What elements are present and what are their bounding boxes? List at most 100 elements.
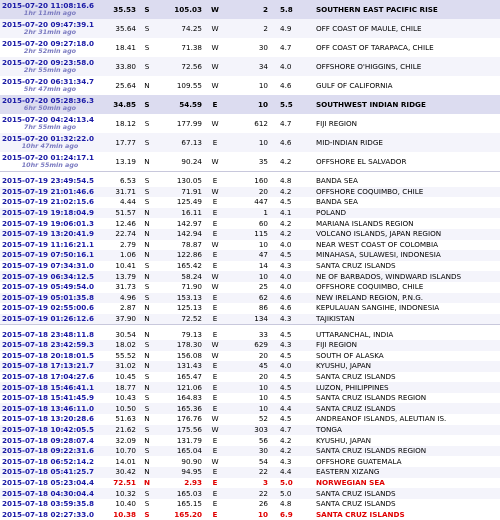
datetime-link[interactable]: 2015-07-18 09:22:31.6: [0, 445, 100, 457]
datetime-text[interactable]: 2015-07-18 23:42:59.3: [2, 340, 94, 349]
datetime-text[interactable]: 2015-07-18 04:30:04.4: [2, 489, 94, 498]
table-row[interactable]: 2015-07-20 09:27:18.0 2hr 52min ago 18.41 S…: [0, 38, 500, 57]
datetime-text[interactable]: 2015-07-18 09:22:31.6: [2, 446, 94, 455]
datetime-text[interactable]: 2015-07-18 20:18:01.5: [2, 351, 94, 360]
table-row[interactable]: 2015-07-19 05:49:54.0 31.73 S 71.90 W 25 4.0 OF…: [0, 282, 500, 293]
table-row[interactable]: 2015-07-18 02:27:33.0 10.38 S 165.20 E 10 6.9 S…: [0, 509, 500, 520]
datetime-link[interactable]: 2015-07-20 06:31:34.7 5hr 47min ago: [0, 76, 100, 95]
datetime-text[interactable]: 2015-07-18 02:27:33.0: [2, 510, 94, 519]
datetime-text[interactable]: 2015-07-19 05:01:35.8: [2, 293, 94, 302]
datetime-link[interactable]: 2015-07-19 05:01:35.8: [0, 292, 100, 304]
table-row[interactable]: 2015-07-18 10:42:05.5 21.62 S 175.56 W 303 4.7…: [0, 424, 500, 436]
datetime-link[interactable]: 2015-07-19 19:06:01.3: [0, 218, 100, 229]
datetime-link[interactable]: 2015-07-19 01:26:12.6: [0, 313, 100, 325]
table-row[interactable]: 2015-07-18 03:59:35.8 10.40 S 165.15 E 26 4.8 S…: [0, 499, 500, 510]
datetime-link[interactable]: 2015-07-18 10:42:05.5: [0, 424, 100, 436]
datetime-text[interactable]: 2015-07-18 03:59:35.8: [2, 499, 94, 508]
table-row[interactable]: 2015-07-19 19:06:01.3 12.46 N 142.97 E 60 4.2 M…: [0, 218, 500, 229]
table-row[interactable]: 2015-07-18 06:52:14.2 14.01 N 90.90 W 54 4.3 OF…: [0, 456, 500, 467]
datetime-link[interactable]: 2015-07-18 15:46:41.1: [0, 382, 100, 393]
datetime-text[interactable]: 2015-07-19 07:34:31.0: [2, 261, 94, 270]
datetime-text[interactable]: 2015-07-18 05:41:25.7: [2, 467, 94, 476]
table-row[interactable]: 2015-07-19 23:49:54.5 6.53 S 130.05 E 160 4.8 B…: [0, 176, 500, 187]
table-row[interactable]: 2015-07-20 05:28:36.3 6hr 50min ago 34.85 S…: [0, 95, 500, 114]
datetime-text[interactable]: 2015-07-19 19:18:04.9: [2, 208, 94, 217]
datetime-text[interactable]: 2015-07-18 17:04:27.6: [2, 372, 94, 381]
table-row[interactable]: 2015-07-18 09:28:07.4 32.09 N 131.79 E 56 4.2 K…: [0, 435, 500, 446]
datetime-link[interactable]: 2015-07-18 05:41:25.7: [0, 467, 100, 478]
table-row[interactable]: 2015-07-18 05:23:04.4 72.51 N 2.93 E 3 5.0 NORW…: [0, 478, 500, 489]
table-row[interactable]: 2015-07-19 13:20:41.9 22.74 N 142.94 E 115 4.2…: [0, 228, 500, 240]
datetime-link[interactable]: 2015-07-19 13:20:41.9: [0, 228, 100, 240]
datetime-text[interactable]: 2015-07-18 13:20:28.6: [2, 414, 94, 423]
table-row[interactable]: 2015-07-19 06:34:12.5 13.79 N 58.24 W 10 4.0 NE…: [0, 271, 500, 282]
table-row[interactable]: 2015-07-19 02:55:00.6 2.87 N 125.13 E 86 4.6 KE…: [0, 303, 500, 314]
datetime-link[interactable]: 2015-07-18 02:27:33.0: [0, 509, 100, 520]
datetime-text[interactable]: 2015-07-19 13:20:41.9: [2, 229, 94, 238]
datetime-link[interactable]: 2015-07-20 11:08:16.6 1hr 11min ago: [0, 0, 100, 19]
datetime-text[interactable]: 2015-07-18 09:28:07.4: [2, 436, 94, 445]
datetime-text[interactable]: 2015-07-19 01:26:12.6: [2, 314, 94, 323]
table-row[interactable]: 2015-07-18 05:41:25.7 30.42 N 94.95 E 22 4.4 EA…: [0, 467, 500, 478]
datetime-link[interactable]: 2015-07-18 13:46:11.0: [0, 403, 100, 415]
table-row[interactable]: 2015-07-20 09:47:39.1 2hr 31min ago 35.64 S…: [0, 19, 500, 38]
datetime-link[interactable]: 2015-07-18 17:13:21.7: [0, 361, 100, 372]
table-row[interactable]: 2015-07-18 09:22:31.6 10.70 S 165.04 E 30 4.2 S…: [0, 445, 500, 457]
datetime-link[interactable]: 2015-07-18 13:20:28.6: [0, 414, 100, 425]
table-row[interactable]: 2015-07-20 01:32:22.0 10hr 47min ago 17.77…: [0, 133, 500, 152]
table-row[interactable]: 2015-07-18 23:48:11.8 30.54 N 79.13 E 33 4.5 UT…: [0, 329, 500, 340]
table-row[interactable]: 2015-07-19 21:01:46.6 31.71 S 71.91 W 20 4.2 OF…: [0, 186, 500, 198]
datetime-text[interactable]: 2015-07-18 15:46:41.1: [2, 383, 94, 392]
datetime-text[interactable]: 2015-07-18 23:48:11.8: [2, 330, 94, 339]
table-row[interactable]: 2015-07-19 11:16:21.1 2.79 N 78.87 W 10 4.0 NEA…: [0, 240, 500, 251]
datetime-text[interactable]: 2015-07-19 11:16:21.1: [2, 240, 94, 249]
datetime-link[interactable]: 2015-07-20 01:32:22.0 10hr 47min ago: [0, 133, 100, 152]
datetime-text[interactable]: 2015-07-18 10:42:05.5: [2, 425, 94, 434]
table-row[interactable]: 2015-07-18 15:46:41.1 18.77 N 121.06 E 10 4.5 L…: [0, 382, 500, 393]
datetime-link[interactable]: 2015-07-18 23:48:11.8: [0, 329, 100, 340]
datetime-link[interactable]: 2015-07-18 23:42:59.3: [0, 339, 100, 351]
table-row[interactable]: 2015-07-19 21:02:15.6 4.44 S 125.49 E 447 4.5 B…: [0, 197, 500, 208]
datetime-link[interactable]: 2015-07-18 05:23:04.4: [0, 478, 100, 489]
datetime-text[interactable]: 2015-07-18 06:52:14.2: [2, 457, 94, 466]
table-row[interactable]: 2015-07-18 17:04:27.6 10.45 S 165.47 E 20 4.5 S…: [0, 372, 500, 383]
datetime-link[interactable]: 2015-07-18 17:04:27.6: [0, 372, 100, 383]
table-row[interactable]: 2015-07-20 01:24:17.1 10hr 55min ago 13.19…: [0, 152, 500, 172]
datetime-link[interactable]: 2015-07-20 09:23:58.0 2hr 55min ago: [0, 57, 100, 76]
datetime-text[interactable]: 2015-07-19 02:55:00.6: [2, 303, 94, 312]
table-row[interactable]: 2015-07-20 06:31:34.7 5hr 47min ago 25.64 N…: [0, 76, 500, 95]
table-row[interactable]: 2015-07-19 05:01:35.8 4.96 S 153.13 E 62 4.6 NE…: [0, 292, 500, 304]
datetime-text[interactable]: 2015-07-19 23:49:54.5: [2, 176, 94, 185]
datetime-text[interactable]: 2015-07-19 21:01:46.6: [2, 187, 94, 196]
datetime-link[interactable]: 2015-07-18 04:30:04.4: [0, 488, 100, 499]
datetime-link[interactable]: 2015-07-20 01:24:17.1 10hr 55min ago: [0, 152, 100, 172]
table-row[interactable]: 2015-07-20 11:08:16.6 1hr 11min ago 35.53 S…: [0, 0, 500, 19]
datetime-text[interactable]: 2015-07-19 05:49:54.0: [2, 282, 94, 291]
datetime-link[interactable]: 2015-07-19 02:55:00.6: [0, 303, 100, 314]
table-row[interactable]: 2015-07-18 20:18:01.5 55.52 N 156.08 W 20 4.5 S…: [0, 351, 500, 362]
datetime-link[interactable]: 2015-07-19 05:49:54.0: [0, 282, 100, 293]
table-row[interactable]: 2015-07-19 19:18:04.9 51.57 N 16.11 E 1 4.1 POL…: [0, 207, 500, 219]
datetime-link[interactable]: 2015-07-19 07:34:31.0: [0, 261, 100, 272]
datetime-link[interactable]: 2015-07-20 04:24:13.4 7hr 55min ago: [0, 114, 100, 133]
datetime-link[interactable]: 2015-07-19 19:18:04.9: [0, 207, 100, 219]
datetime-text[interactable]: 2015-07-18 17:13:21.7: [2, 361, 94, 370]
table-row[interactable]: 2015-07-18 04:30:04.4 10.32 S 165.03 E 22 5.0 S…: [0, 488, 500, 499]
datetime-link[interactable]: 2015-07-19 07:50:16.1: [0, 250, 100, 261]
datetime-text[interactable]: 2015-07-19 06:34:12.5: [2, 272, 94, 281]
datetime-link[interactable]: 2015-07-19 23:49:54.5: [0, 176, 100, 187]
table-row[interactable]: 2015-07-18 23:42:59.3 18.02 S 178.30 W 629 4.3…: [0, 339, 500, 351]
datetime-text[interactable]: 2015-07-19 21:02:15.6: [2, 197, 94, 206]
datetime-link[interactable]: 2015-07-18 15:41:45.9: [0, 393, 100, 404]
datetime-link[interactable]: 2015-07-19 21:02:15.6: [0, 197, 100, 208]
table-row[interactable]: 2015-07-20 04:24:13.4 7hr 55min ago 18.12 S…: [0, 114, 500, 133]
datetime-link[interactable]: 2015-07-19 06:34:12.5: [0, 271, 100, 282]
datetime-link[interactable]: 2015-07-20 09:27:18.0 2hr 52min ago: [0, 38, 100, 57]
table-row[interactable]: 2015-07-20 09:23:58.0 2hr 55min ago 33.80 S…: [0, 57, 500, 76]
datetime-link[interactable]: 2015-07-18 06:52:14.2: [0, 456, 100, 467]
datetime-link[interactable]: 2015-07-20 09:47:39.1 2hr 31min ago: [0, 19, 100, 38]
datetime-link[interactable]: 2015-07-20 05:28:36.3 6hr 50min ago: [0, 95, 100, 114]
datetime-link[interactable]: 2015-07-18 03:59:35.8: [0, 499, 100, 510]
datetime-link[interactable]: 2015-07-18 20:18:01.5: [0, 351, 100, 362]
table-row[interactable]: 2015-07-19 01:26:12.6 37.90 N 72.52 E 134 4.3 T…: [0, 313, 500, 325]
